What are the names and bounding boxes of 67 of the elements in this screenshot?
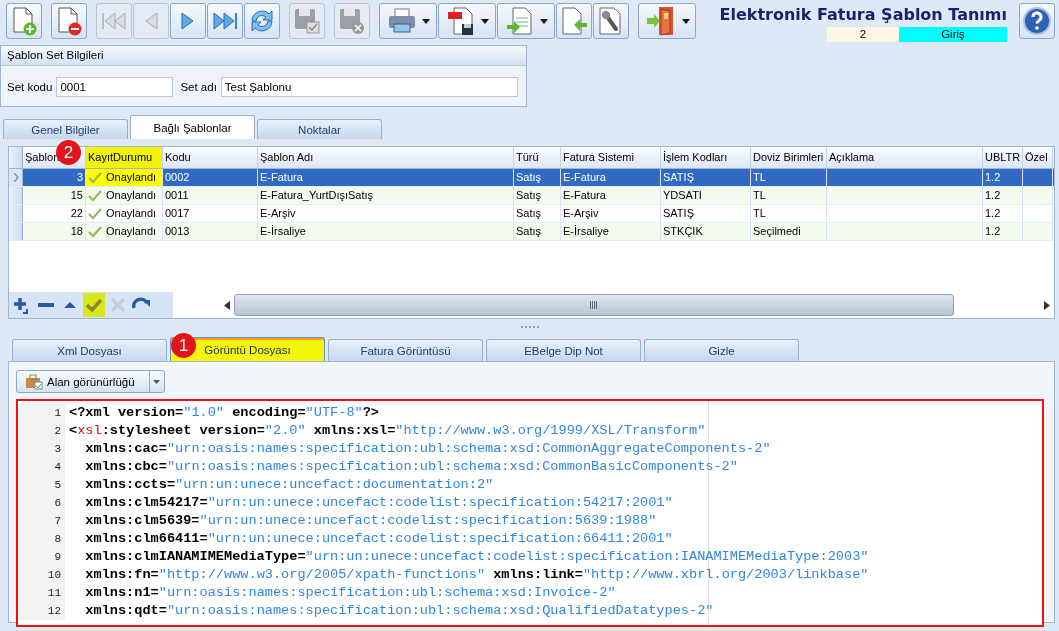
table-cell: E-Fatura [563,189,606,201]
code-line: xmlns:qdt="urn:oasis:names:specification:ubl:schema:xsd:QualifiedDatatypes-2" [84,602,714,620]
table-cell: Satış [516,189,542,201]
table-cell: 1.2 [985,225,1001,237]
line-number: 8 [18,530,65,548]
code-line: xmlns:n1="urn:oasis:names:specification:ubl:schema:xsd:Invoice-2" [84,584,616,602]
table-cell: E-İrsaliye [563,225,609,237]
table-cell: Seçilmedi [753,225,801,237]
field-label: Set kodu [7,81,53,93]
table-cell: STKÇIK [663,225,703,237]
code-line: xmlns:clmIANAMIMEMediaType="urn:un:unece:uncefact:codelist:specification:IANAMIMEMediaType:2003" [84,548,869,566]
button-label: Alan görünürlüğü [47,375,135,388]
table-cell: YDSATI [663,189,702,201]
line-number: 5 [18,476,65,494]
table-cell: E-Fatura [260,171,303,183]
table-cell: 0002 [165,171,190,183]
table-cell: 18 [70,225,83,237]
line-number: 3 [18,440,65,458]
record-number: 2 [827,27,899,42]
table-cell: 1.2 [985,171,1001,183]
table-cell-text: Onaylandı [106,224,157,239]
table-cell-text: Onaylandı [106,188,157,203]
table-cell-text: Onaylandı [106,206,157,221]
table-cell: SATIŞ [663,207,694,219]
table-cell: E-Fatura [563,171,606,183]
table-cell: 3 [76,171,83,183]
code-line: xmlns:clm54217="urn:un:unece:uncefact:codelist:specification:54217:2001" [84,494,673,512]
code-line: <?xml version="1.0" encoding="UTF-8"?> [68,404,380,422]
table-cell: 1.2 [985,207,1001,219]
line-number: 1 [18,404,65,422]
code-line: xmlns:ccts="urn:un:unece:uncefact:documentation:2" [84,476,494,494]
code-line: xmlns:cbc="urn:oasis:names:specification:ubl:schema:xsd:CommonBasicComponents-2" [84,458,738,476]
table-cell: 1.2 [985,189,1001,201]
table-cell: E-Fatura_YurtDışıSatış [260,189,374,201]
line-number: 2 [18,422,65,440]
line-number: 12 [18,602,65,620]
table-cell: Satış [516,207,542,219]
table-cell: 22 [70,207,83,219]
table-cell: 0017 [165,207,190,219]
table-cell: E-Arşiv [260,207,296,219]
line-number: 6 [18,494,65,512]
table-cell: 0013 [165,225,190,237]
table-cell: 15 [70,189,83,201]
code-line: <xsl:stylesheet version="2.0" xmlns:xsl="http://www.w3.org/1999/XSL/Transform" [68,422,706,440]
panel-title: Şablon Set Bilgileri [1,46,526,66]
table-cell: E-Arşiv [563,207,599,219]
line-number: 9 [18,548,65,566]
table-cell-text: Onaylandı [106,170,157,185]
table-cell: TL [753,189,766,201]
table-cell: TL [753,207,766,219]
table-cell: SATIŞ [663,171,694,183]
table-cell: 0011 [165,189,189,201]
code-line: xmlns:clm5639="urn:un:unece:uncefact:codelist:specification:5639:1988" [84,512,657,530]
mode-indicator: Giriş [899,27,1007,42]
line-number: 11 [18,584,65,602]
table-cell: TL [753,171,766,183]
code-line: xmlns:fn="http://www.w3.org/2005/xpath-functions" xmlns:link="http://www.xbrl.org/2003/linkbase" [84,566,869,584]
line-number: 10 [18,566,65,584]
code-line: xmlns:clm66411="urn:un:unece:uncefact:codelist:specification:66411:2001" [84,530,673,548]
field-label: Set adı [180,81,217,93]
window-title: Elektronik Fatura Şablon Tanımı [719,5,1007,24]
table-cell: Satış [516,171,542,183]
line-number: 4 [18,458,65,476]
table-cell: E-İrsaliye [260,225,306,237]
line-number: 7 [18,512,65,530]
code-line: xmlns:cac="urn:oasis:names:specification:ubl:schema:xsd:CommonAggregateComponents-2" [84,440,771,458]
table-cell: Satış [516,225,542,237]
